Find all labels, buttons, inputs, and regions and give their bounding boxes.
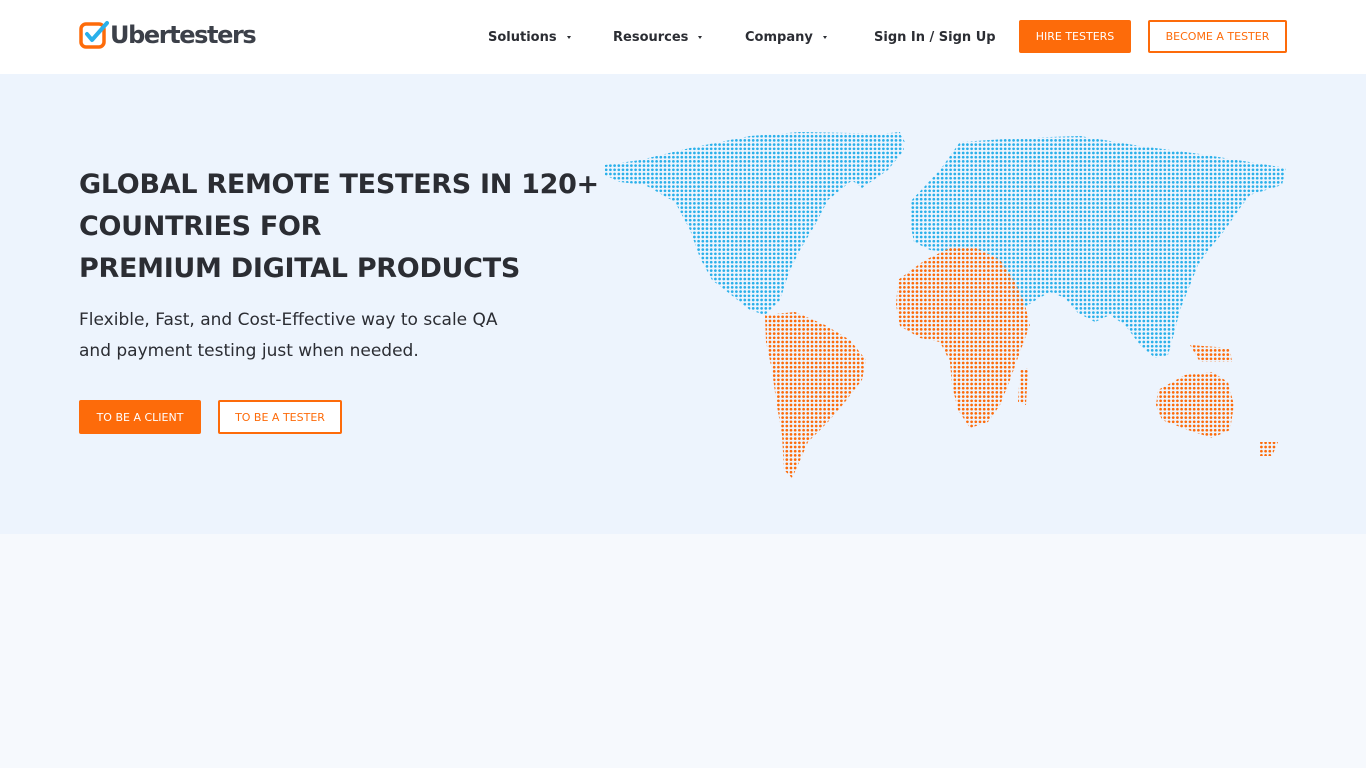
nav-sign-in-label: Sign In / Sign Up <box>874 30 996 45</box>
become-tester-button[interactable]: BECOME A TESTER <box>1148 20 1287 53</box>
subtext-line-1: Flexible, Fast, and Cost-Effective way t… <box>79 305 549 336</box>
caret-down-icon <box>698 36 703 39</box>
nav-solutions-label: Solutions <box>488 30 557 45</box>
logo-text: Ubertesters <box>110 20 257 50</box>
nav-sign-in[interactable]: Sign In / Sign Up <box>874 27 996 47</box>
dotted-world-map <box>605 132 1286 478</box>
hire-testers-button[interactable]: HIRE TESTERS <box>1019 20 1131 53</box>
nav-resources[interactable]: Resources <box>613 27 703 47</box>
nav-resources-label: Resources <box>613 30 688 45</box>
nav-company-label: Company <box>745 30 813 45</box>
hero-headline: GLOBAL REMOTE TESTERS IN 120+ COUNTRIES … <box>79 164 599 290</box>
nav-solutions[interactable]: Solutions <box>488 27 571 47</box>
headline-line-1: GLOBAL REMOTE TESTERS IN 120+ <box>79 164 599 206</box>
caret-down-icon <box>566 36 571 39</box>
top-navbar: Ubertesters Solutions Resources Company … <box>0 0 1366 74</box>
brand-logo[interactable]: Ubertesters <box>79 20 257 50</box>
headline-line-3: PREMIUM DIGITAL PRODUCTS <box>79 248 599 290</box>
logo-checkbox-icon <box>79 21 109 49</box>
to-be-tester-button[interactable]: TO BE A TESTER <box>218 400 342 434</box>
nav-company[interactable]: Company <box>745 27 827 47</box>
subtext-line-2: and payment testing just when needed. <box>79 336 549 367</box>
headline-line-2: COUNTRIES FOR <box>79 206 599 248</box>
caret-down-icon <box>822 36 827 39</box>
hero-subtext: Flexible, Fast, and Cost-Effective way t… <box>79 305 549 367</box>
to-be-client-button[interactable]: TO BE A CLIENT <box>79 400 201 434</box>
